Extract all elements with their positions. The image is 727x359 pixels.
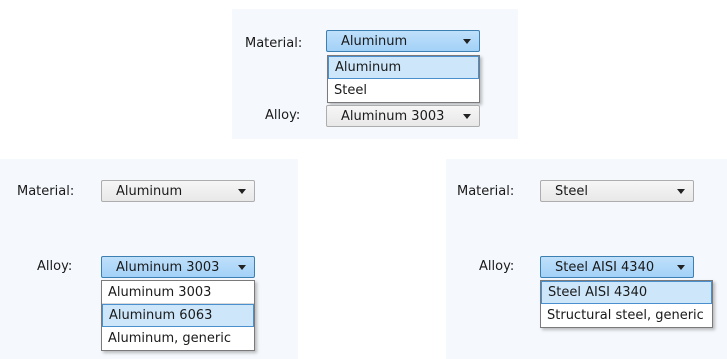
alloy-dropdown-list: Steel AISI 4340 Structural steel, generi… (540, 280, 713, 328)
alloy-select[interactable]: Steel AISI 4340 (540, 256, 694, 278)
dropdown-option-structural-steel-generic[interactable]: Structural steel, generic (541, 304, 712, 327)
material-select[interactable]: Aluminum (101, 180, 255, 202)
alloy-label: Alloy: (37, 259, 73, 274)
alloy-select[interactable]: Aluminum 3003 (101, 256, 255, 278)
dropdown-option-aluminum-3003[interactable]: Aluminum 3003 (102, 281, 254, 304)
panel-alloy-steel-open: Material: Steel Alloy: Steel AISI 4340 S… (446, 159, 727, 359)
alloy-select-value: Aluminum 3003 (341, 108, 445, 124)
material-select-value: Aluminum (341, 33, 408, 49)
alloy-select-value: Steel AISI 4340 (555, 259, 655, 275)
material-label: Material: (245, 36, 303, 51)
material-label: Material: (457, 184, 515, 199)
material-select[interactable]: Steel (540, 180, 694, 202)
dropdown-option-aluminum-generic[interactable]: Aluminum, generic (102, 327, 254, 350)
dropdown-option-steel[interactable]: Steel (328, 79, 479, 102)
dropdown-option-aluminum[interactable]: Aluminum (328, 56, 479, 79)
chevron-down-icon (463, 39, 471, 44)
alloy-select[interactable]: Aluminum 3003 (326, 105, 480, 127)
panel-material-open: Material: Aluminum Aluminum Steel Alloy:… (232, 9, 518, 139)
alloy-dropdown-list: Aluminum 3003 Aluminum 6063 Aluminum, ge… (101, 280, 255, 351)
chevron-down-icon (677, 265, 685, 270)
chevron-down-icon (677, 189, 685, 194)
dropdown-option-aluminum-6063[interactable]: Aluminum 6063 (102, 304, 254, 327)
alloy-label: Alloy: (265, 108, 301, 123)
alloy-label: Alloy: (479, 259, 515, 274)
chevron-down-icon (238, 265, 246, 270)
chevron-down-icon (463, 114, 471, 119)
material-select[interactable]: Aluminum (326, 30, 480, 52)
chevron-down-icon (238, 189, 246, 194)
dropdown-option-steel-aisi-4340[interactable]: Steel AISI 4340 (541, 281, 712, 304)
material-select-value: Steel (555, 183, 588, 199)
alloy-select-value: Aluminum 3003 (116, 259, 220, 275)
material-label: Material: (17, 184, 75, 199)
material-dropdown-list: Aluminum Steel (327, 55, 480, 103)
material-select-value: Aluminum (116, 183, 183, 199)
panel-alloy-aluminum-open: Material: Aluminum Alloy: Aluminum 3003 … (0, 159, 298, 359)
